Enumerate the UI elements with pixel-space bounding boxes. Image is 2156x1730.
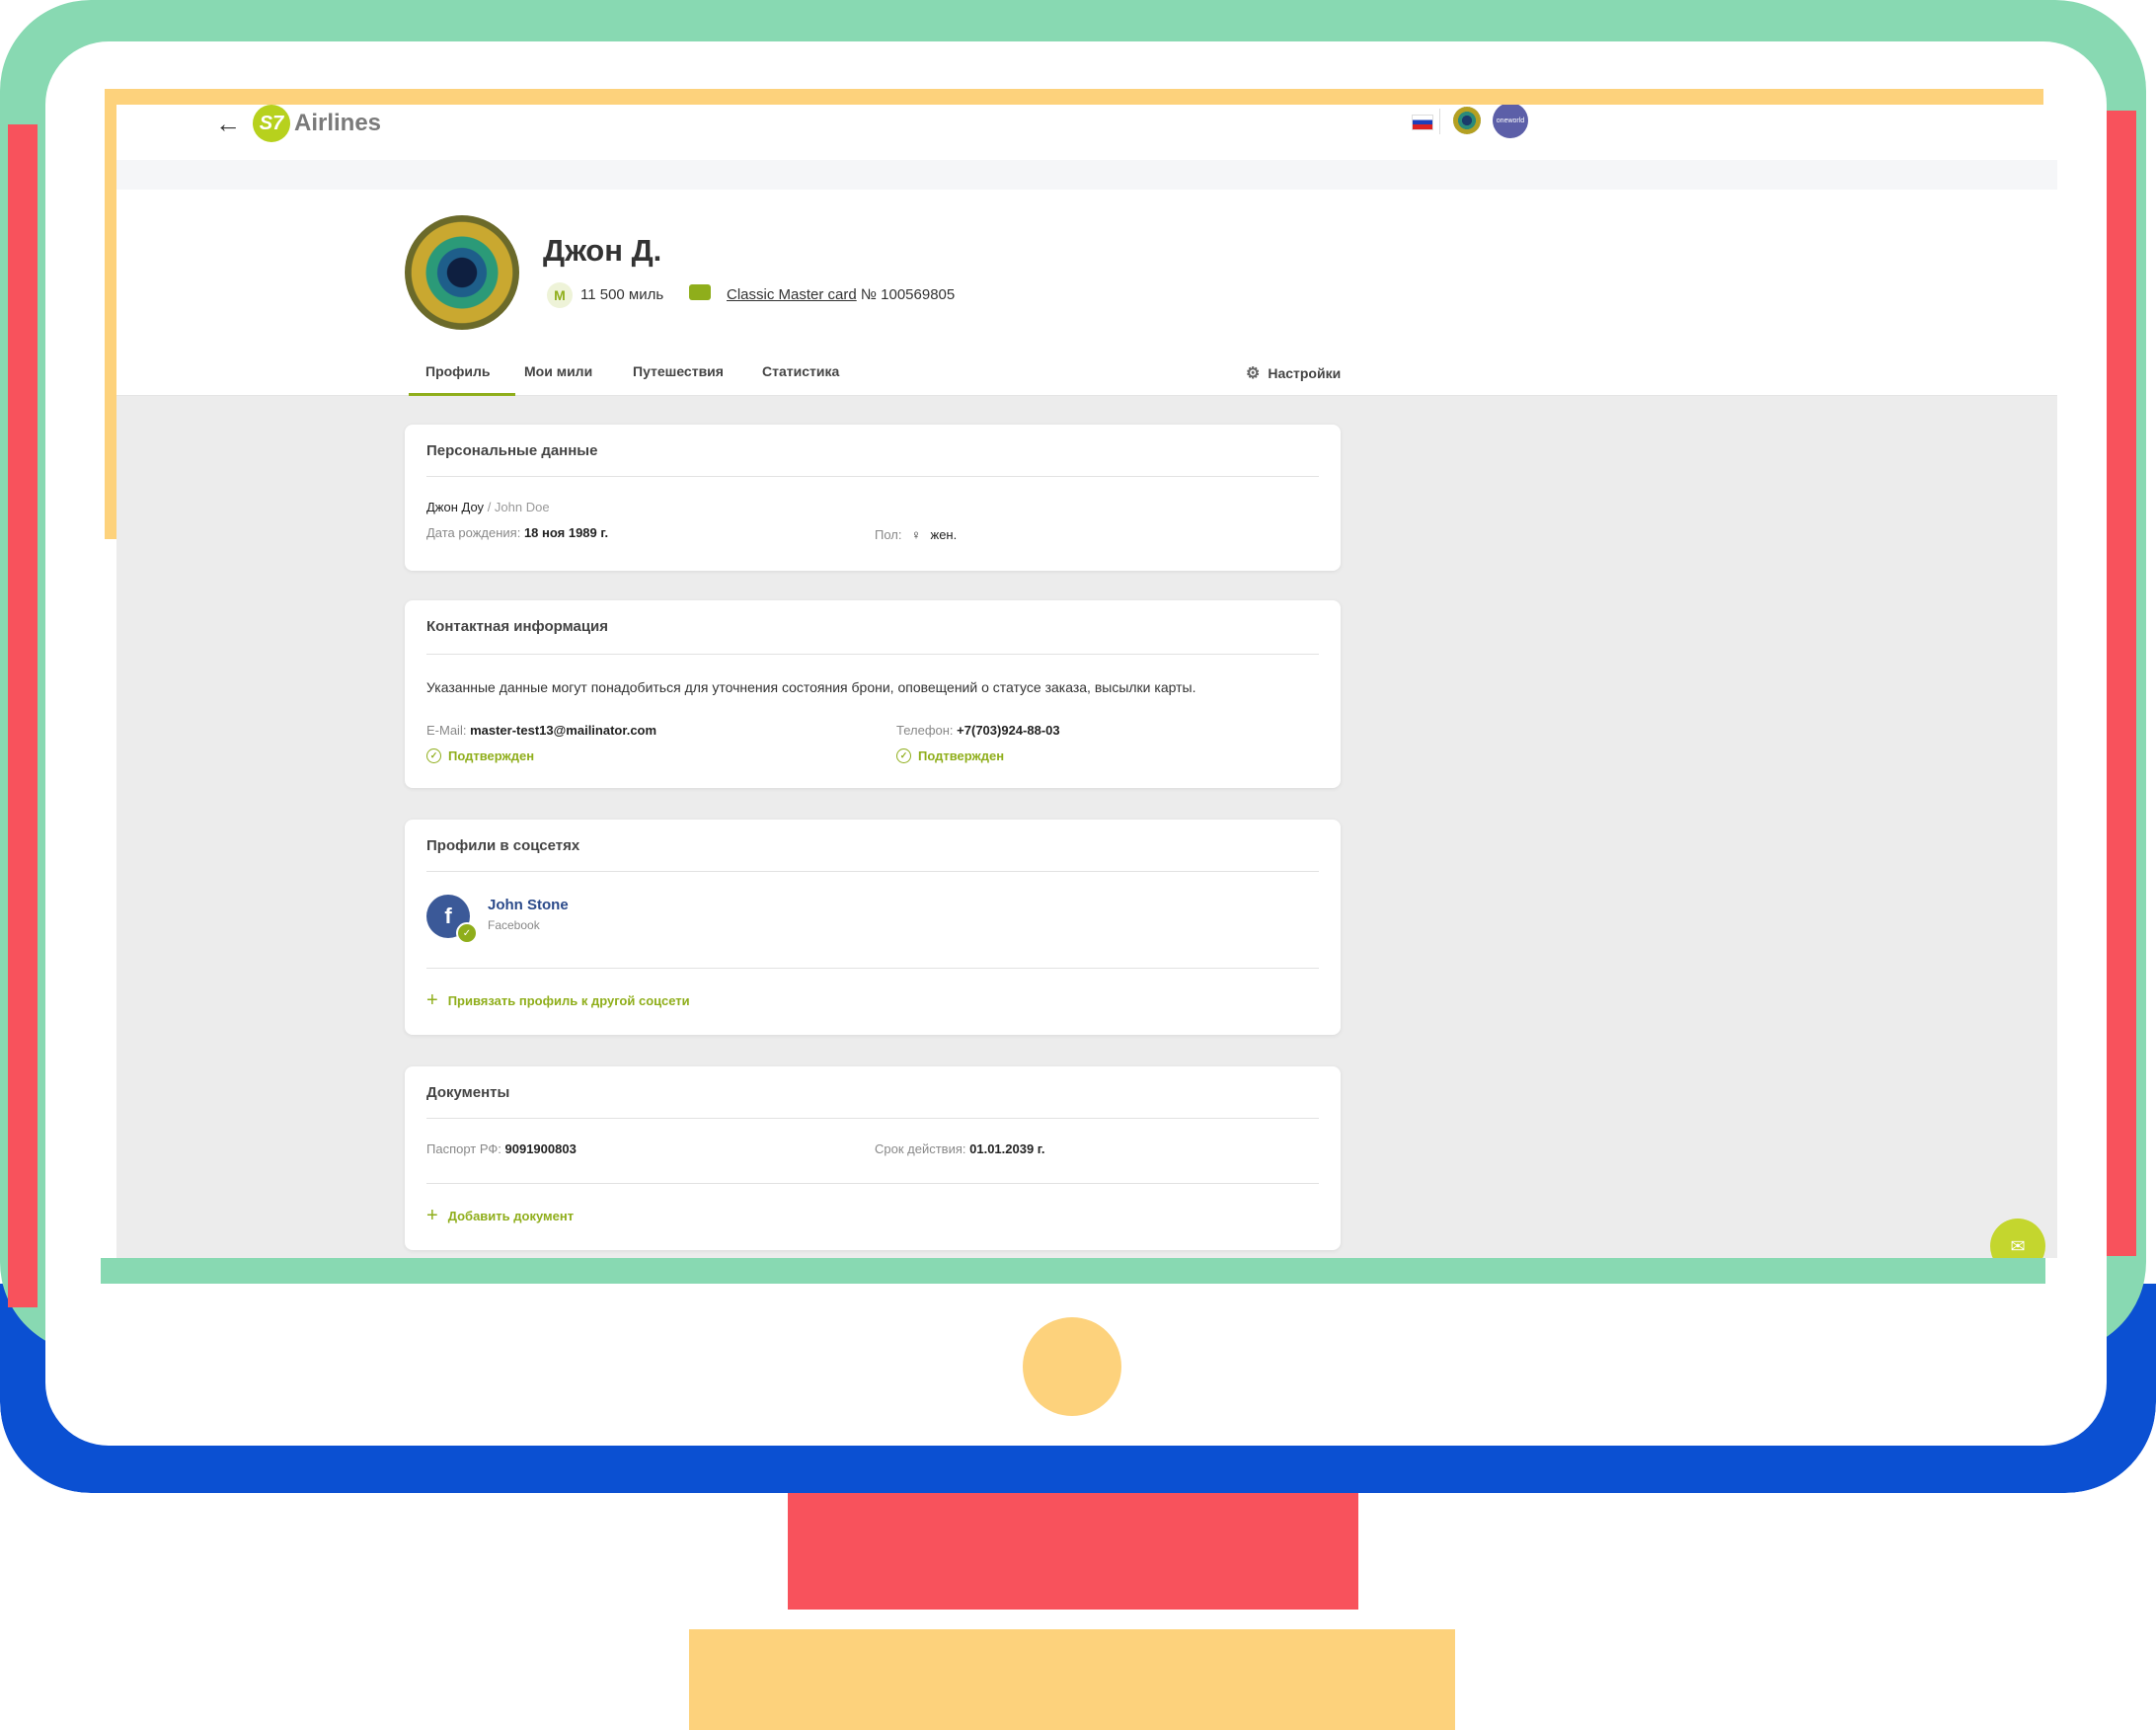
card-icon <box>689 284 711 300</box>
name-ru: Джон Доу <box>426 500 485 514</box>
gear-icon: ⚙ <box>1246 365 1261 382</box>
gender-label: Пол: <box>875 527 902 542</box>
divider <box>426 654 1319 655</box>
miles-balance: 11 500 миль <box>580 286 664 303</box>
email-label: E-Mail: <box>426 723 467 738</box>
divider <box>426 871 1319 872</box>
profile-tabs: Профиль Мои мили Путешествия Статистика <box>116 346 2057 396</box>
settings-link[interactable]: ⚙ Настройки <box>1246 363 1341 383</box>
personal-data-card: Персональные данные Джон Доу / John Doe … <box>405 425 1341 571</box>
passport-label: Паспорт РФ: <box>426 1141 501 1156</box>
divider <box>426 476 1319 477</box>
power-indicator <box>1023 1317 1121 1416</box>
divider <box>426 1118 1319 1119</box>
contact-description: Указанные данные могут понадобиться для … <box>426 679 1196 695</box>
gender-value: жен. <box>930 527 958 542</box>
tab-my-miles[interactable]: Мои мили <box>524 363 592 379</box>
oneworld-logo[interactable]: oneworld <box>1493 105 1528 138</box>
link-social-label: Привязать профиль к другой соцсети <box>447 993 690 1008</box>
tab-profile[interactable]: Профиль <box>425 363 491 379</box>
dob-value: 18 ноя 1989 г. <box>523 525 609 540</box>
phone: Телефон: +7(703)924-88-03 <box>896 723 1060 738</box>
sub-bar <box>116 160 2057 190</box>
card-number: № 100569805 <box>860 286 956 303</box>
email-value: master-test13@mailinator.com <box>470 723 657 738</box>
gender: Пол: ♀ жен. <box>875 527 957 542</box>
monitor-frame-red-right <box>2107 111 2136 1256</box>
logo-mark: S7 <box>253 105 290 142</box>
user-avatar-small[interactable] <box>1453 107 1481 134</box>
logo-text: Airlines <box>294 110 382 136</box>
expiry-value: 01.01.2039 г. <box>969 1141 1045 1156</box>
expiry-label: Срок действия: <box>875 1141 966 1156</box>
contact-info-card: Контактная информация Указанные данные м… <box>405 600 1341 788</box>
passport: Паспорт РФ: 9091900803 <box>426 1141 577 1156</box>
s7-logo[interactable]: S7 Airlines <box>253 105 381 142</box>
user-name: Джон Д. <box>543 233 662 268</box>
female-icon: ♀ <box>911 527 921 542</box>
full-name: Джон Доу / John Doe <box>426 500 550 514</box>
email-status-label: Подтвержден <box>448 748 535 763</box>
screen-teal-edge <box>101 1258 2045 1284</box>
check-circle-icon: ✓ <box>896 748 911 763</box>
passport-expiry: Срок действия: 01.01.2039 г. <box>875 1141 1045 1156</box>
plus-icon: + <box>426 1205 438 1226</box>
social-profile-name[interactable]: John Stone <box>488 897 569 913</box>
back-arrow-icon[interactable]: ← <box>215 109 241 139</box>
plus-icon: + <box>426 989 438 1011</box>
dob-label: Дата рождения: <box>426 525 521 540</box>
documents-card: Документы Паспорт РФ: 9091900803 Срок де… <box>405 1066 1341 1250</box>
date-of-birth: Дата рождения: 18 ноя 1989 г. <box>426 525 608 540</box>
card-title: Документы <box>426 1084 510 1101</box>
miles-icon: M <box>547 282 573 308</box>
check-circle-icon: ✓ <box>426 748 441 763</box>
phone-status-label: Подтвержден <box>918 748 1005 763</box>
top-bar: ← S7 Airlines oneworld <box>116 105 2057 160</box>
email: E-Mail: master-test13@mailinator.com <box>426 723 656 738</box>
name-en: / John Doe <box>487 500 550 514</box>
card-title: Контактная информация <box>426 618 609 635</box>
add-document-label: Добавить документ <box>447 1209 575 1223</box>
screen: ← S7 Airlines oneworld Джон Д. M 11 500 … <box>116 105 2057 1258</box>
monitor-stand-neck <box>788 1493 1358 1610</box>
monitor-frame-red-left <box>8 124 38 1307</box>
divider <box>426 968 1319 969</box>
social-profiles-card: Профили в соцсетях f ✓ John Stone Facebo… <box>405 820 1341 1035</box>
card-info: Classic Master card № 100569805 <box>727 286 955 303</box>
phone-label: Телефон: <box>896 723 954 738</box>
card-title: Персональные данные <box>426 442 598 459</box>
passport-value: 9091900803 <box>504 1141 577 1156</box>
social-network: Facebook <box>488 918 540 932</box>
russia-flag-icon[interactable] <box>1412 115 1433 130</box>
card-title: Профили в соцсетях <box>426 837 580 854</box>
link-social-button[interactable]: + Привязать профиль к другой соцсети <box>426 989 690 1012</box>
profile-avatar <box>405 215 519 330</box>
phone-value: +7(703)924-88-03 <box>957 723 1060 738</box>
divider <box>1439 109 1440 134</box>
email-status: ✓ Подтвержден <box>426 748 534 763</box>
monitor-stand-base <box>689 1629 1455 1730</box>
tab-travels[interactable]: Путешествия <box>633 363 724 379</box>
phone-status: ✓ Подтвержден <box>896 748 1004 763</box>
tab-statistics[interactable]: Статистика <box>762 363 839 379</box>
settings-label: Настройки <box>1268 365 1342 381</box>
card-link[interactable]: Classic Master card <box>727 286 857 303</box>
add-document-button[interactable]: + Добавить документ <box>426 1205 574 1227</box>
check-icon: ✓ <box>456 922 478 944</box>
divider <box>426 1183 1319 1184</box>
